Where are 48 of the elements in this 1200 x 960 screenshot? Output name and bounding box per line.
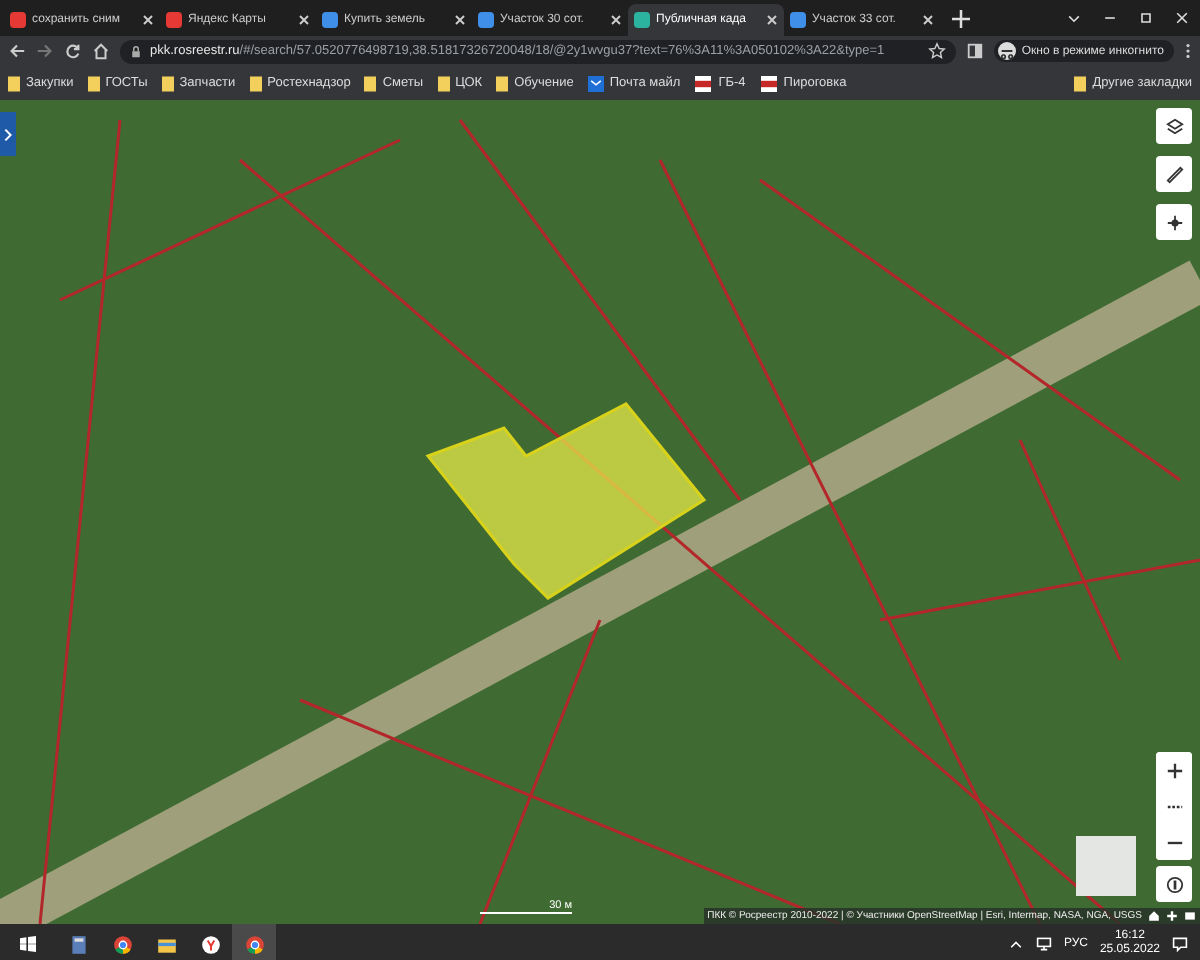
plus-icon xyxy=(1165,761,1183,779)
location-icon xyxy=(1165,875,1183,893)
back-icon[interactable] xyxy=(8,42,26,60)
forward-icon[interactable] xyxy=(36,42,54,60)
layers-button[interactable] xyxy=(1156,108,1192,144)
crosshair-icon xyxy=(1165,213,1183,231)
folder-icon xyxy=(1074,75,1087,91)
notification-icon[interactable] xyxy=(1172,936,1188,952)
close-icon[interactable] xyxy=(298,14,310,26)
crosshair-button[interactable] xyxy=(1156,204,1192,240)
star-icon[interactable] xyxy=(927,42,946,60)
calculator-icon xyxy=(67,933,89,955)
mail-icon xyxy=(587,75,604,91)
folder-icon xyxy=(87,75,100,91)
site-icon xyxy=(694,75,713,91)
close-icon[interactable] xyxy=(454,14,466,26)
close-icon[interactable] xyxy=(142,14,154,26)
folder-icon xyxy=(8,75,20,91)
yandex-browser-icon xyxy=(199,933,221,955)
reload-icon[interactable] xyxy=(64,42,82,60)
network-icon[interactable] xyxy=(1035,936,1052,952)
chrome-icon xyxy=(111,933,133,955)
site-icon xyxy=(759,75,778,91)
chrome-icon xyxy=(243,933,265,955)
ruler-icon xyxy=(1165,165,1183,183)
caret-up-icon[interactable] xyxy=(1007,936,1024,952)
folder-icon xyxy=(249,75,262,91)
location-button[interactable] xyxy=(1156,866,1192,902)
image-icon[interactable] xyxy=(1184,910,1196,922)
home-icon[interactable] xyxy=(92,42,110,60)
ruler-button[interactable] xyxy=(1156,156,1192,192)
folder-icon xyxy=(437,75,450,91)
windows-start-icon[interactable] xyxy=(20,936,36,952)
folder-icon xyxy=(161,75,174,91)
folder-icon xyxy=(496,75,509,91)
chevron-icon xyxy=(4,127,12,141)
close-icon[interactable] xyxy=(610,14,622,26)
close-icon[interactable] xyxy=(766,14,778,26)
menu-icon[interactable] xyxy=(1184,42,1192,60)
incognito-icon xyxy=(997,42,1016,60)
crosshair-icon[interactable] xyxy=(1166,910,1178,922)
sidebar-icon[interactable] xyxy=(965,42,984,60)
new-tab-icon[interactable] xyxy=(952,9,970,27)
panel-toggle[interactable] xyxy=(0,112,16,156)
close-icon[interactable] xyxy=(922,14,934,26)
layers-icon xyxy=(1165,117,1183,135)
lock-icon[interactable] xyxy=(130,45,142,57)
folder-icon xyxy=(364,75,377,91)
